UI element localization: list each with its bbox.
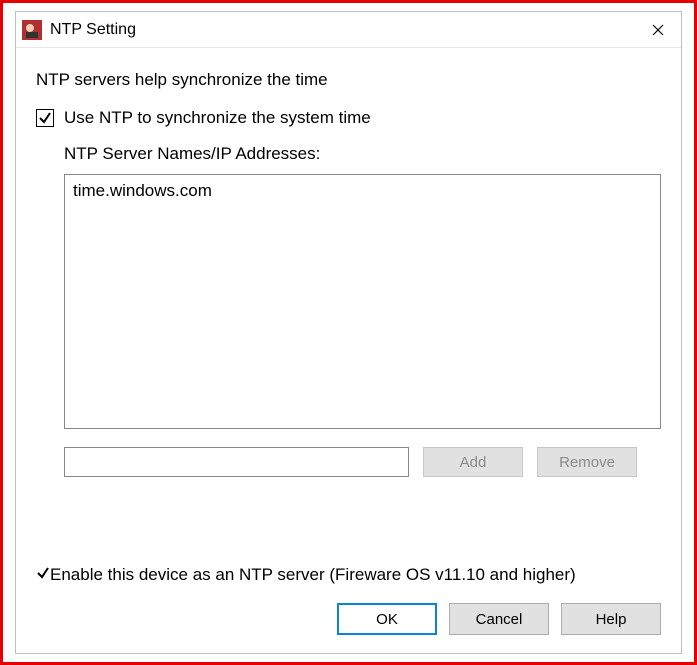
- window-title: NTP Setting: [50, 21, 136, 39]
- close-button[interactable]: [635, 12, 681, 48]
- ntp-setting-dialog: NTP Setting NTP servers help synchronize…: [15, 11, 682, 654]
- help-button[interactable]: Help: [561, 603, 661, 635]
- titlebar: NTP Setting: [16, 12, 681, 48]
- check-icon: [36, 566, 50, 580]
- server-list[interactable]: time.windows.com: [64, 174, 661, 429]
- server-input[interactable]: [64, 447, 409, 477]
- cancel-button[interactable]: Cancel: [449, 603, 549, 635]
- use-ntp-row: Use NTP to synchronize the system time: [36, 108, 661, 128]
- server-list-label: NTP Server Names/IP Addresses:: [64, 144, 661, 164]
- use-ntp-checkbox[interactable]: [36, 109, 54, 127]
- enable-server-row: Enable this device as an NTP server (Fir…: [36, 565, 661, 585]
- close-icon: [652, 24, 664, 36]
- add-button[interactable]: Add: [423, 447, 523, 477]
- enable-server-checkbox[interactable]: [36, 565, 50, 585]
- check-icon: [38, 111, 52, 125]
- remove-button[interactable]: Remove: [537, 447, 637, 477]
- server-section: NTP Server Names/IP Addresses: time.wind…: [64, 144, 661, 541]
- dialog-content: NTP servers help synchronize the time Us…: [16, 48, 681, 603]
- intro-text: NTP servers help synchronize the time: [36, 70, 661, 90]
- list-item[interactable]: time.windows.com: [71, 179, 654, 203]
- use-ntp-label: Use NTP to synchronize the system time: [64, 108, 371, 128]
- ok-button[interactable]: OK: [337, 603, 437, 635]
- dialog-footer: OK Cancel Help: [16, 603, 681, 653]
- app-icon: [22, 20, 42, 40]
- add-server-row: Add Remove: [64, 447, 661, 477]
- enable-server-label: Enable this device as an NTP server (Fir…: [50, 565, 576, 585]
